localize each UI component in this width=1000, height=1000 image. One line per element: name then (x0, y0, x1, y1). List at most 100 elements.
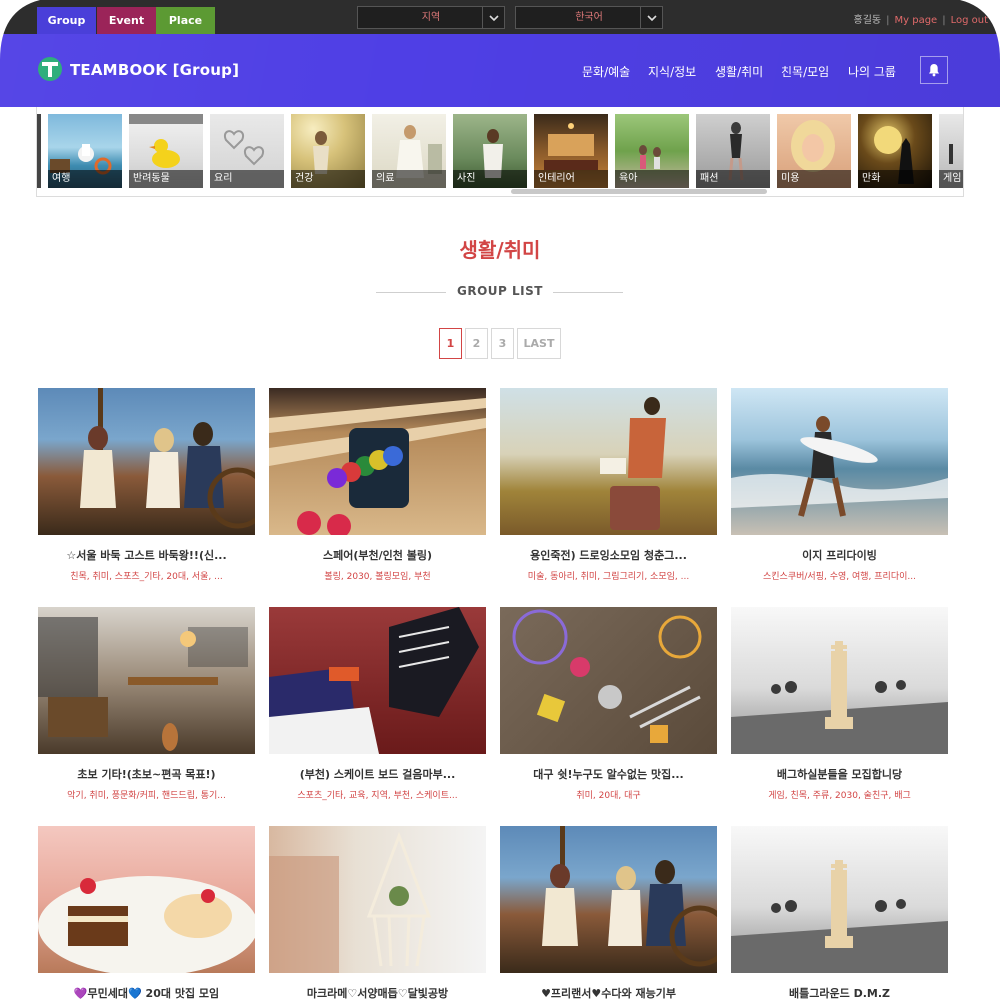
tab-place[interactable]: Place (156, 7, 215, 34)
group-tags: 스킨스쿠버/서핑, 수영, 여행, 프리다이... (763, 572, 916, 582)
group-name[interactable]: 마크라메♡서양매듭♡달빛공방 (269, 985, 486, 1000)
group-card[interactable]: ☆서울 바둑 고스트 바둑왕!!(신... 친목, 취미, 스포츠_기타, 20… (38, 388, 255, 582)
main-header: TEAMBOOK [Group] 문화/예술 지식/정보 생활/취미 친목/모임… (0, 34, 1000, 107)
page-2-button[interactable]: 2 (465, 328, 488, 359)
skate-image (269, 607, 479, 754)
group-name[interactable]: 배틀그라운드 D.M.Z (731, 985, 948, 1000)
category-interior[interactable]: 인테리어 (534, 114, 608, 188)
group-name[interactable]: 스페어(부천/인천 볼링) (269, 547, 486, 563)
group-name[interactable]: 대구 쉿!누구도 알수없는 맛집... (500, 766, 717, 782)
group-card[interactable]: 💜무민세대💙 20대 맛집 모임 (38, 826, 255, 1000)
category-pets[interactable]: 반려동물 (129, 114, 203, 188)
group-thumbnail[interactable] (731, 607, 948, 754)
bowling-image (269, 398, 486, 535)
category-label: 건강 (291, 170, 365, 188)
category-medical[interactable]: 의료 (372, 114, 446, 188)
top-bar: Group Event Place 지역 한국어 홍길동 | My page | Log… (0, 0, 1000, 34)
language-select-value: 한국어 (575, 12, 603, 23)
group-card[interactable]: 초보 기타!(초보~편곡 목표!) 악기, 취미, 풍문화/커피, 핸드드립, … (38, 607, 255, 801)
category-scrollbar[interactable] (511, 189, 767, 194)
user-name: 홍길동 (853, 15, 882, 26)
category-travel[interactable]: 여행 (48, 114, 122, 188)
dessert-image (38, 876, 255, 973)
nav-culture[interactable]: 문화/예술 (582, 63, 630, 80)
group-name[interactable]: ♥프리랜서♥수다와 재능기부 (500, 985, 717, 1000)
chess-image (731, 860, 948, 973)
category-cooking[interactable]: 요리 (210, 114, 284, 188)
group-card[interactable]: 배틀그라운드 D.M.Z (731, 826, 948, 1000)
group-tags: 게임, 친목, 주류, 2030, 술친구, 배그 (768, 791, 911, 801)
group-tags: 악기, 취미, 풍문화/커피, 핸드드립, 통기... (67, 791, 226, 801)
category-parenting[interactable]: 육아 (615, 114, 689, 188)
corner-left (0, 0, 40, 60)
category-fashion[interactable]: 패션 (696, 114, 770, 188)
group-name[interactable]: 배그하실분들을 모집합니당 (731, 766, 948, 782)
category-label: 육아 (615, 170, 689, 188)
category-label: 만화 (858, 170, 932, 188)
group-card[interactable]: 대구 쉿!누구도 알수없는 맛집... 취미, 20대, 대구 (500, 607, 717, 801)
site-logo[interactable]: TEAMBOOK [Group] (70, 61, 239, 79)
group-tags: 볼링, 2030, 볼링모임, 부천 (324, 572, 431, 582)
group-list-heading: GROUP LIST (457, 284, 543, 298)
group-thumbnail[interactable] (731, 388, 948, 535)
group-thumbnail[interactable] (500, 826, 717, 973)
language-select[interactable]: 한국어 (515, 6, 663, 29)
group-name[interactable]: 💜무민세대💙 20대 맛집 모임 (38, 985, 255, 1000)
drawing-image (600, 397, 666, 530)
group-name[interactable]: 용인죽전) 드로잉소모임 청춘그... (500, 547, 717, 563)
group-card[interactable]: 배그하실분들을 모집합니당 게임, 친목, 주류, 2030, 술친구, 배그 (731, 607, 948, 801)
group-name[interactable]: (부천) 스케이트 보드 걸음마부... (269, 766, 486, 782)
crafts-image (512, 609, 702, 743)
group-thumbnail[interactable] (269, 388, 486, 535)
yacht-party-image (542, 826, 717, 967)
surfing-image (731, 416, 948, 517)
category-label: 패션 (696, 170, 770, 188)
category-partial (37, 114, 41, 188)
group-thumbnail[interactable] (500, 388, 717, 535)
group-thumbnail[interactable] (38, 826, 255, 973)
nav-my-group[interactable]: 나의 그룹 (848, 63, 896, 80)
group-card[interactable]: 용인죽전) 드로잉소모임 청춘그... 미술, 동아리, 취미, 그림그리기, … (500, 388, 717, 582)
category-health[interactable]: 건강 (291, 114, 365, 188)
chevron-down-icon (482, 7, 504, 28)
page-last-button[interactable]: LAST (517, 328, 561, 359)
corner-right (960, 0, 1000, 60)
category-label: 반려동물 (129, 170, 203, 188)
group-thumbnail[interactable] (38, 388, 255, 535)
my-page-link[interactable]: My page (895, 15, 938, 26)
category-label: 게임 (939, 170, 963, 188)
group-card[interactable]: ♥프리랜서♥수다와 재능기부 (500, 826, 717, 1000)
tab-event[interactable]: Event (97, 7, 156, 34)
group-thumbnail[interactable] (731, 826, 948, 973)
page-3-button[interactable]: 3 (491, 328, 514, 359)
category-label: 미용 (777, 170, 851, 188)
chevron-down-icon (640, 7, 662, 28)
macrame-image (269, 831, 432, 973)
group-thumbnail[interactable] (269, 607, 486, 754)
group-card[interactable]: 스페어(부천/인천 볼링) 볼링, 2030, 볼링모임, 부천 (269, 388, 486, 582)
guitar-room-image (38, 617, 248, 751)
category-beauty[interactable]: 미용 (777, 114, 851, 188)
category-strip: 여행 반려동물 요리 건강 의료 사진 인테리어 육아 패션 미용 만화 게임 (36, 107, 964, 197)
group-card[interactable]: 이지 프리다이빙 스킨스쿠버/서핑, 수영, 여행, 프리다이... (731, 388, 948, 582)
nav-knowledge[interactable]: 지식/정보 (648, 63, 696, 80)
yacht-party-image (80, 388, 255, 529)
category-photo[interactable]: 사진 (453, 114, 527, 188)
group-name[interactable]: 초보 기타!(초보~편곡 목표!) (38, 766, 255, 782)
group-card[interactable]: 마크라메♡서양매듭♡달빛공방 (269, 826, 486, 1000)
group-card[interactable]: (부천) 스케이트 보드 걸음마부... 스포츠_기타, 교육, 지역, 부천,… (269, 607, 486, 801)
group-name[interactable]: 이지 프리다이빙 (731, 547, 948, 563)
page-1-button[interactable]: 1 (439, 328, 462, 359)
category-comics[interactable]: 만화 (858, 114, 932, 188)
group-thumbnail[interactable] (38, 607, 255, 754)
region-select-value: 지역 (421, 12, 441, 23)
nav-social[interactable]: 친목/모임 (781, 63, 829, 80)
group-name[interactable]: ☆서울 바둑 고스트 바둑왕!!(신... (38, 547, 255, 563)
group-tags: 미술, 동아리, 취미, 그림그리기, 소모임, ... (527, 572, 690, 582)
group-thumbnail[interactable] (269, 826, 486, 973)
region-select[interactable]: 지역 (357, 6, 505, 29)
chess-image (731, 641, 948, 754)
nav-lifestyle[interactable]: 생활/취미 (715, 63, 763, 80)
category-games[interactable]: 게임 (939, 114, 963, 188)
group-thumbnail[interactable] (500, 607, 717, 754)
